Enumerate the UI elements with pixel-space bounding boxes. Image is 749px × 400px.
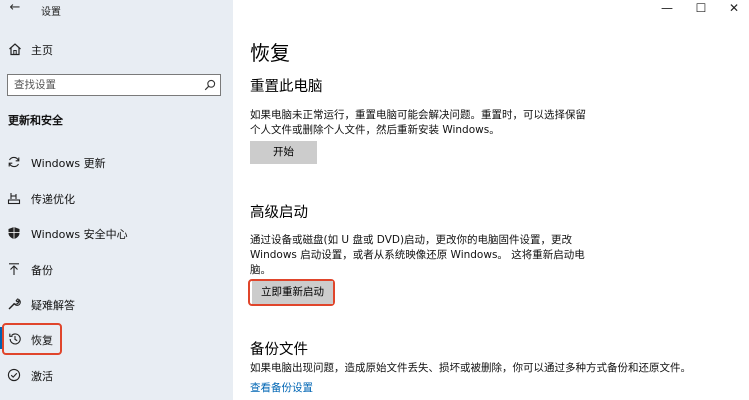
sidebar-item-label: 激活 bbox=[31, 370, 53, 383]
sidebar-home[interactable]: 主页 bbox=[0, 38, 233, 60]
sidebar-item-backup[interactable]: 备份 bbox=[0, 254, 233, 284]
advanced-startup-description: 通过设备或磁盘(如 U 盘或 DVD)启动，更改你的电脑固件设置，更改 Wind… bbox=[250, 233, 590, 278]
home-label: 主页 bbox=[31, 44, 53, 57]
page-title: 恢复 bbox=[250, 41, 290, 65]
advanced-desc-line3: 脑。 bbox=[250, 264, 271, 276]
start-reset-button[interactable]: 开始 bbox=[250, 141, 317, 164]
sidebar-item-label: 恢复 bbox=[31, 334, 53, 347]
check-circle-icon bbox=[7, 368, 21, 382]
section-title: 更新和安全 bbox=[8, 114, 63, 127]
shield-icon bbox=[8, 227, 20, 239]
sidebar-item-delivery-optimization[interactable]: 传递优化 bbox=[0, 183, 233, 213]
sidebar: ← 设置 主页 更新和安全 Windows 更新 bbox=[0, 0, 233, 400]
advanced-desc-line2: Windows 启动设置，或者从系统映像还原 Windows。 这将重新启动电 bbox=[250, 249, 585, 261]
title-bar: ← 设置 bbox=[0, 0, 233, 20]
main-content: 恢复 重置此电脑 如果电脑未正常运行，重置电脑可能会解决问题。重置时，可以选择保… bbox=[233, 0, 749, 400]
sidebar-item-label: Windows 更新 bbox=[31, 157, 106, 170]
sidebar-item-label: 疑难解答 bbox=[31, 299, 75, 312]
wrench-icon bbox=[8, 298, 21, 310]
backup-description: 如果电脑出现问题，造成原始文件丢失、损坏或被删除，你可以通过多种方式备份和还原文… bbox=[250, 362, 691, 374]
reset-heading: 重置此电脑 bbox=[250, 79, 323, 95]
back-button[interactable]: ← bbox=[6, 0, 24, 18]
search-icon[interactable] bbox=[204, 79, 216, 91]
sidebar-item-troubleshoot[interactable]: 疑难解答 bbox=[0, 289, 233, 319]
sidebar-item-label: 传递优化 bbox=[31, 193, 75, 206]
delivery-optimization-icon bbox=[7, 193, 21, 205]
reset-desc-line2: 个人文件或删除个人文件，然后重新安装 Windows。 bbox=[250, 124, 500, 136]
sync-icon bbox=[8, 156, 20, 168]
backup-files-heading: 备份文件 bbox=[250, 342, 308, 358]
search-input[interactable] bbox=[8, 75, 198, 95]
app-title: 设置 bbox=[41, 7, 61, 18]
reset-desc-line1: 如果电脑未正常运行，重置电脑可能会解决问题。重置时，可以选择保留 bbox=[250, 109, 586, 121]
sidebar-item-recovery[interactable]: 恢复 bbox=[0, 323, 233, 355]
restart-now-button[interactable]: 立即重新启动 bbox=[252, 281, 333, 304]
backup-arrow-icon bbox=[9, 263, 19, 275]
sidebar-item-windows-update[interactable]: Windows 更新 bbox=[0, 147, 233, 177]
sidebar-item-label: 备份 bbox=[31, 264, 53, 277]
history-icon bbox=[9, 333, 21, 345]
advanced-startup-heading: 高级启动 bbox=[250, 205, 308, 221]
sidebar-item-label: Windows 安全中心 bbox=[31, 228, 128, 241]
search-box[interactable] bbox=[7, 74, 221, 96]
sidebar-item-windows-security[interactable]: Windows 安全中心 bbox=[0, 218, 233, 248]
view-backup-settings-link[interactable]: 查看备份设置 bbox=[250, 380, 313, 395]
reset-description: 如果电脑未正常运行，重置电脑可能会解决问题。重置时，可以选择保留 个人文件或删除… bbox=[250, 108, 590, 138]
home-icon bbox=[9, 43, 21, 56]
advanced-desc-line1: 通过设备或磁盘(如 U 盘或 DVD)启动，更改你的电脑固件设置，更改 bbox=[250, 234, 573, 246]
sidebar-item-activation[interactable]: 激活 bbox=[0, 360, 233, 390]
